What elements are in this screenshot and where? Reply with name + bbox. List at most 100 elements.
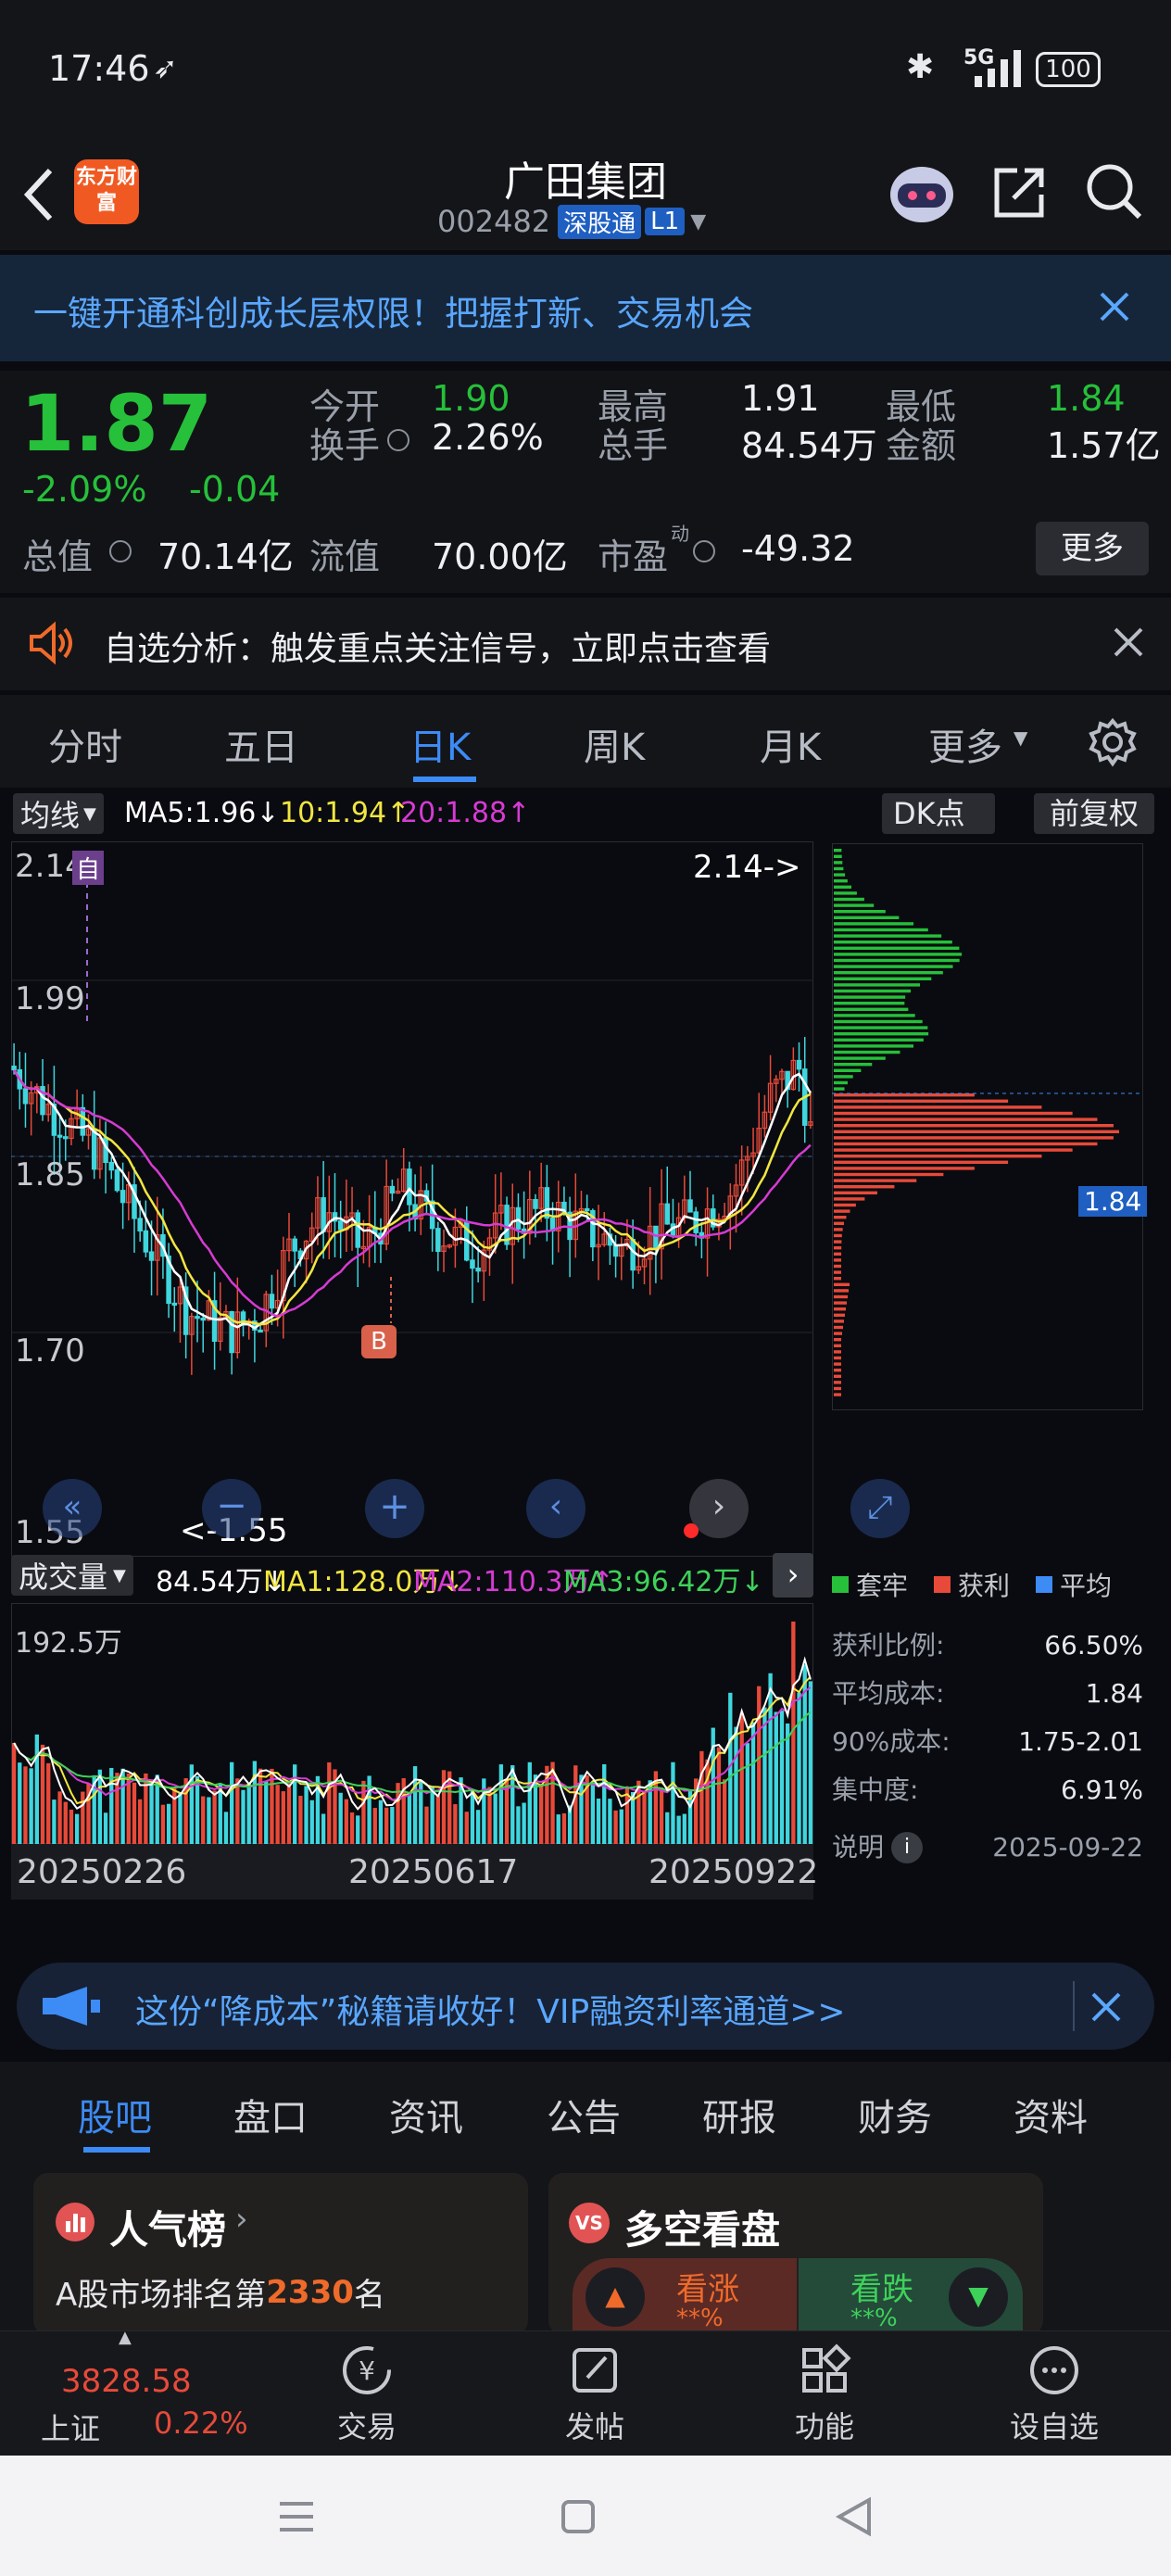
stock-code-row[interactable]: 002482 深股通 L1 ▼ xyxy=(437,204,706,239)
tab-news[interactable]: 资讯 xyxy=(389,2088,463,2141)
tab-research[interactable]: 研报 xyxy=(702,2088,776,2141)
scroll-start-button[interactable]: « xyxy=(43,1479,102,1538)
volume-bar xyxy=(229,1762,234,1844)
gear-icon[interactable] xyxy=(1088,717,1138,767)
close-icon[interactable] xyxy=(1089,1990,1123,2024)
zoom-out-button[interactable]: − xyxy=(202,1479,261,1538)
tab-monthly-k[interactable]: 月K xyxy=(760,717,821,771)
candle-body xyxy=(80,1106,86,1136)
share-icon[interactable] xyxy=(989,161,1051,222)
candle-body xyxy=(137,1218,143,1231)
tab-daily-k[interactable]: 日K xyxy=(409,717,471,771)
bull-vote-button[interactable]: ▲ 看涨 **% xyxy=(573,2258,797,2335)
chevron-down-icon: ▼ xyxy=(690,209,707,234)
notification-icon: ➶ xyxy=(153,50,178,85)
scroll-left-button[interactable]: ‹ xyxy=(526,1479,586,1538)
chip-bar xyxy=(834,1179,917,1182)
tab-weekly-k[interactable]: 周K xyxy=(584,717,645,771)
robot-assistant-icon[interactable] xyxy=(885,158,959,228)
chip-distribution-chart[interactable] xyxy=(832,843,1143,1410)
popularity-card[interactable]: 人气榜 › A股市场排名第 2330 名 xyxy=(33,2173,528,2335)
kline-chart[interactable] xyxy=(11,841,813,1557)
adjust-select[interactable]: 前复权 xyxy=(1034,793,1154,834)
menu-icon[interactable] xyxy=(276,2498,317,2535)
notice-text[interactable]: 自选分析：触发重点关注信号，立即点击查看 xyxy=(104,622,771,670)
tab-five-day[interactable]: 五日 xyxy=(224,717,298,771)
volume-bar xyxy=(46,1762,51,1844)
active-tab-indicator xyxy=(83,2147,150,2153)
dk-point-select[interactable]: DK点 xyxy=(882,793,995,834)
chip-bar xyxy=(834,1264,842,1269)
bear-vote-button[interactable]: 看跌 **% ▼ xyxy=(799,2258,1023,2335)
volume-bar xyxy=(561,1812,567,1844)
volume-select[interactable]: 成交量 ▼ xyxy=(11,1555,133,1596)
volume-chart[interactable] xyxy=(11,1603,813,1844)
ma10-label: 10:1.94↑ xyxy=(280,797,410,829)
index-ticker[interactable]: ▲ 3828.58 上证 0.22% xyxy=(19,2328,248,2452)
volume-bar xyxy=(293,1764,297,1844)
candle-body xyxy=(114,1169,120,1192)
vip-promo-banner[interactable]: 这份“降成本”秘籍请收好！VIP融资利率通道>> xyxy=(17,1963,1154,2050)
info-icon[interactable] xyxy=(387,429,409,451)
promo-banner[interactable]: 一键开通科创成长层权限！把握打新、交易机会 xyxy=(0,255,1171,361)
volume-bar xyxy=(745,1743,750,1844)
dock-functions[interactable]: 功能 xyxy=(769,2341,880,2447)
tab-profile[interactable]: 资料 xyxy=(1014,2088,1088,2141)
dock-post[interactable]: 发帖 xyxy=(539,2341,650,2447)
app-logo[interactable]: 东方财富 xyxy=(74,159,139,224)
stat-value-avg-cost: 1.84 xyxy=(1085,1678,1143,1709)
quote-value-volume: 84.54万 xyxy=(741,425,877,466)
close-icon[interactable] xyxy=(1098,290,1131,323)
buy-marker[interactable]: B xyxy=(361,1325,397,1358)
search-icon[interactable] xyxy=(1084,161,1145,222)
volume-bar xyxy=(659,1787,664,1844)
tab-financials[interactable]: 财务 xyxy=(858,2088,932,2141)
price-label-4: 1.70 xyxy=(15,1332,85,1370)
tab-announcements[interactable]: 公告 xyxy=(547,2088,621,2141)
promo-text[interactable]: 这份“降成本”秘籍请收好！VIP融资利率通道>> xyxy=(135,1985,846,2033)
chip-bar xyxy=(834,1209,850,1213)
chip-bar xyxy=(834,1044,914,1048)
chip-note-link[interactable]: 说明 i xyxy=(832,1824,924,1872)
volume-bar xyxy=(218,1784,222,1844)
chip-bar xyxy=(834,1124,1114,1128)
chart-icon xyxy=(56,2203,94,2241)
dock-trade-label: 交易 xyxy=(336,2409,397,2444)
volume-bar xyxy=(40,1744,45,1844)
indicator-select[interactable]: 均线 ▼ xyxy=(13,793,104,834)
more-button[interactable]: 更多 xyxy=(1036,522,1149,575)
chip-bar xyxy=(834,1240,842,1244)
bull-bear-card[interactable]: VS 多空看盘 ▲ 看涨 **% 看跌 **% ▼ xyxy=(548,2173,1043,2335)
info-icon[interactable] xyxy=(109,540,132,562)
tab-more[interactable]: 更多 xyxy=(928,717,1002,771)
volume-bar xyxy=(172,1787,177,1844)
volume-bar xyxy=(699,1750,704,1844)
banner-text[interactable]: 一键开通科创成长层权限！把握打新、交易机会 xyxy=(33,285,753,335)
info-icon[interactable] xyxy=(693,540,715,562)
dock-trade[interactable]: ¥ 交易 xyxy=(311,2341,422,2447)
back-nav-icon[interactable] xyxy=(834,2496,875,2537)
volume-bar xyxy=(556,1814,560,1844)
expand-icon[interactable]: ⤢ xyxy=(850,1479,910,1538)
tab-forum[interactable]: 股吧 xyxy=(78,2088,152,2141)
volume-bar xyxy=(275,1785,280,1844)
bluetooth-icon: ✱ xyxy=(906,48,935,86)
quote-value-float-value: 70.00亿 xyxy=(432,537,568,577)
yuan-icon: ¥ xyxy=(343,2346,391,2394)
tab-orderbook[interactable]: 盘口 xyxy=(233,2088,308,2141)
volume-bar xyxy=(372,1808,377,1844)
tab-intraday[interactable]: 分时 xyxy=(48,717,122,771)
dock-add-watchlist[interactable]: 设自选 xyxy=(999,2341,1110,2447)
signal-notice[interactable]: 自选分析：触发重点关注信号，立即点击查看 xyxy=(0,598,1171,690)
zoom-in-button[interactable]: + xyxy=(365,1479,424,1538)
close-icon[interactable] xyxy=(1112,625,1145,659)
home-icon[interactable] xyxy=(560,2498,597,2535)
volume-bar xyxy=(435,1795,441,1844)
candle-body xyxy=(11,1066,17,1071)
chip-bar xyxy=(834,977,932,980)
indicator-expand-button[interactable]: › xyxy=(773,1553,813,1597)
back-icon[interactable] xyxy=(19,165,59,224)
volume-bar xyxy=(493,1793,497,1844)
candle-body xyxy=(693,1211,699,1233)
volume-bar xyxy=(103,1812,108,1844)
